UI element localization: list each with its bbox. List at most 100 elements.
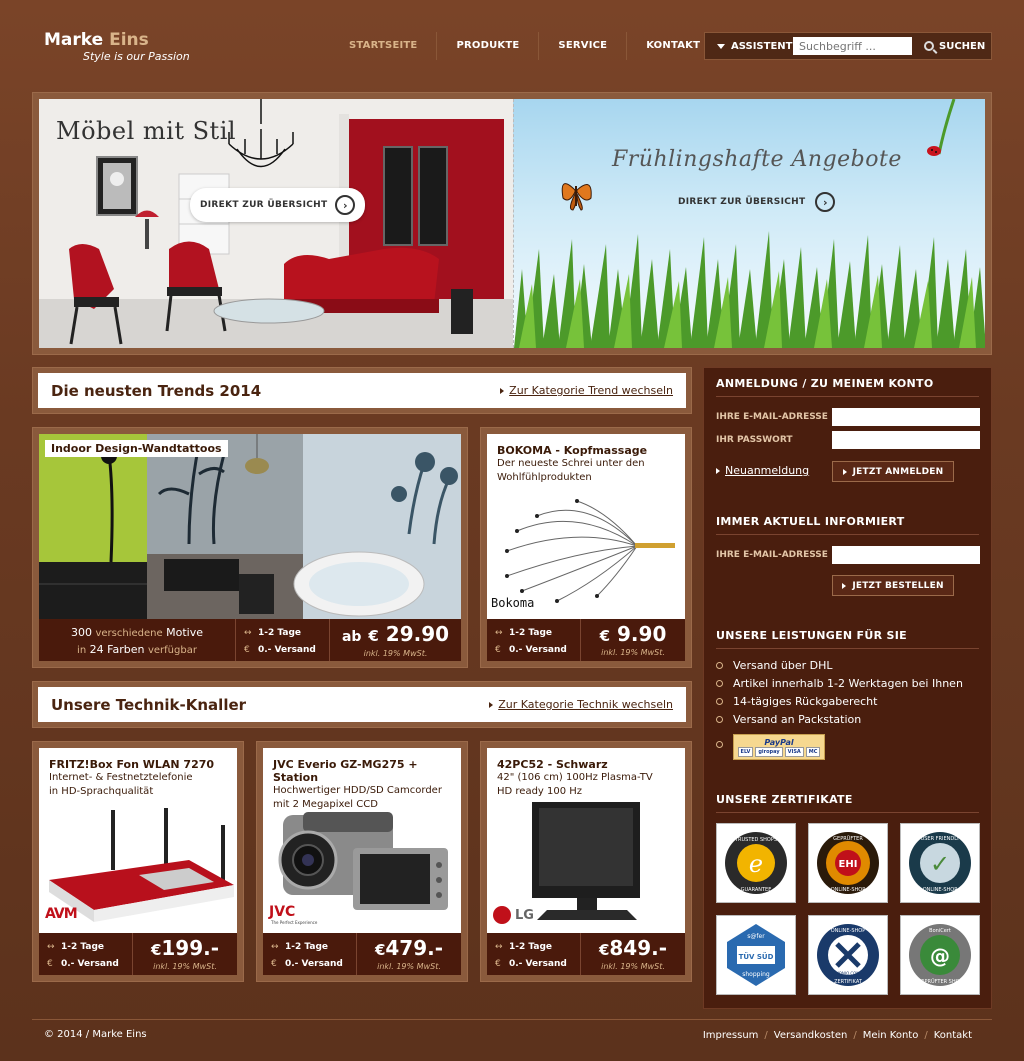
- shipping-cost-icon: €: [244, 645, 250, 655]
- lg-logo-icon: [493, 906, 511, 924]
- delivery-time-icon: ↔: [47, 942, 55, 952]
- cert-tuev[interactable]: TÜV SÜD s@fer shopping: [716, 915, 796, 995]
- register-link[interactable]: Neuanmeldung: [716, 464, 809, 477]
- price-value: 479.-: [385, 936, 444, 960]
- wandtattoo-label: Indoor Design-Wandtattoos: [45, 440, 228, 457]
- banner-left-button[interactable]: DIREKT ZUR ÜBERSICHT ›: [190, 188, 366, 222]
- trusted-shops-name: TRUSTED SHOPS: [734, 837, 777, 843]
- cert-xonio[interactable]: ONLINE-SHOP XONIO.COM ZERTIFIKAT: [808, 915, 888, 995]
- fritzbox-price: €199.- inkl. 19% MwSt.: [133, 933, 237, 975]
- product-card-lg-tv[interactable]: 42PC52 - Schwarz 42" (106 cm) 100Hz Plas…: [480, 741, 692, 982]
- footer-link-impressum[interactable]: Impressum: [703, 1030, 759, 1041]
- bokoma-price: € 9.90 inkl. 19% MwSt.: [581, 619, 685, 661]
- ehi-mark: EHI: [839, 859, 858, 870]
- cert-user-friendly[interactable]: ✓ USER FRIENDLY ONLINE-SHOP: [900, 823, 980, 903]
- product-title: 42PC52 - Schwarz: [497, 758, 608, 771]
- bonicert-mark: @: [930, 944, 950, 968]
- services-list: Versand über DHL Artikel innerhalb 1-2 W…: [716, 656, 963, 760]
- cert-bonicert[interactable]: @ BoniCert GEPRÜFTER SHOP: [900, 915, 980, 995]
- bokoma-brand: Bokoma: [491, 596, 535, 610]
- search-input[interactable]: [793, 37, 912, 55]
- login-email-label: IHRE E-MAIL-ADRESSE: [716, 412, 828, 422]
- elv-logo: ELV: [737, 746, 754, 757]
- wandtattoo-info-bar: 300 verschiedene Motive in 24 Farben ver…: [39, 619, 461, 661]
- user-friendly-sub: ONLINE-SHOP: [923, 887, 958, 893]
- newsletter-button[interactable]: JETZT BESTELLEN: [832, 575, 954, 596]
- trends-category-link[interactable]: Zur Kategorie Trend wechseln: [500, 384, 673, 397]
- avm-logo: AVM: [45, 906, 78, 922]
- assistant-dropdown[interactable]: ASSISTENT: [705, 41, 793, 52]
- banner-spring[interactable]: Frühlingshafte Angebote DIREKT ZUR ÜBERS…: [513, 99, 985, 348]
- shipping-cost: 0.- Versand: [61, 959, 119, 969]
- nav-produkte[interactable]: PRODUKTE: [436, 32, 538, 60]
- banner-right-button-label: DIREKT ZUR ÜBERSICHT: [678, 197, 806, 207]
- chevron-down-icon: [717, 43, 725, 49]
- bonicert-seal-icon: @ BoniCert GEPRÜFTER SHOP: [909, 924, 971, 986]
- list-item: PayPal ELV giropay VISA MC: [716, 728, 963, 760]
- tuev-mark: TÜV SÜD: [739, 952, 774, 961]
- product-desc-1: Internet- & Festnetztelefonie: [49, 772, 193, 783]
- product-card-bokoma[interactable]: BOKOMA - Kopfmassage Der neueste Schrei …: [480, 427, 692, 668]
- footer-separator: /: [924, 1030, 928, 1041]
- xonio-name: ONLINE-SHOP: [831, 928, 866, 934]
- color-text-b: verfügbar: [147, 645, 197, 656]
- cert-ehi[interactable]: EHI GEPRÜFTER ONLINE-SHOP: [808, 823, 888, 903]
- banner-furniture[interactable]: Möbel mit Stil DIREKT ZUR ÜBERSICHT ›: [39, 99, 513, 348]
- shipping-cost-icon: €: [495, 645, 501, 655]
- login-button[interactable]: JETZT ANMELDEN: [832, 461, 954, 482]
- price-currency: €: [150, 941, 162, 959]
- price-value: 9.90: [617, 622, 667, 646]
- nav-startseite[interactable]: STARTSEITE: [330, 32, 436, 60]
- user-friendly-name: USER FRIENDLY: [921, 836, 961, 842]
- newsletter-email-field[interactable]: [832, 546, 980, 564]
- login-password-label: IHR PASSWORT: [716, 435, 793, 445]
- shipping-cost: 0.- Versand: [285, 959, 343, 969]
- logo[interactable]: Marke Eins: [44, 30, 149, 50]
- xonio-seal-icon: ONLINE-SHOP XONIO.COM ZERTIFIKAT: [817, 924, 879, 986]
- banner-right-button[interactable]: DIREKT ZUR ÜBERSICHT ›: [678, 192, 836, 212]
- logo-text: Marke: [44, 30, 104, 50]
- product-card-fritzbox[interactable]: FRITZ!Box Fon WLAN 7270 Internet- & Fest…: [32, 741, 244, 982]
- product-card-jvc[interactable]: JVC Everio GZ-MG275 + Station Hochwertig…: [256, 741, 468, 982]
- lg-price: €849.- inkl. 19% MwSt.: [581, 933, 685, 975]
- trusted-shops-sub: GUARANTEE: [741, 887, 772, 893]
- mastercard-logo: MC: [805, 746, 821, 757]
- login-email-field[interactable]: [832, 408, 980, 426]
- technik-category-link[interactable]: Zur Kategorie Technik wechseln: [489, 698, 673, 711]
- search-icon: [924, 41, 934, 51]
- banner-left-button-label: DIREKT ZUR ÜBERSICHT: [200, 200, 328, 210]
- footer-divider: [32, 1019, 992, 1020]
- cert-trusted-shops[interactable]: e TRUSTED SHOPS GUARANTEE: [716, 823, 796, 903]
- hero-banner: Möbel mit Stil DIREKT ZUR ÜBERSICHT › Fr…: [32, 92, 992, 355]
- color-count: 24 Farben: [89, 643, 145, 656]
- service-text: Versand an Packstation: [733, 712, 862, 726]
- product-card-wandtattoos[interactable]: Indoor Design-Wandtattoos 300 verschiede…: [32, 427, 468, 668]
- service-text: Artikel innerhalb 1-2 Werktagen bei Ihne…: [733, 676, 963, 690]
- xonio-sub: ZERTIFIKAT: [834, 979, 863, 985]
- product-desc-1: 42" (106 cm) 100Hz Plasma-TV: [497, 772, 653, 783]
- nav-service[interactable]: SERVICE: [538, 32, 626, 60]
- jvc-logo: JVC: [269, 904, 296, 920]
- search-button[interactable]: SUCHEN: [924, 41, 985, 52]
- price-currency: €: [374, 941, 386, 959]
- logo-tagline: Style is our Passion: [83, 50, 190, 63]
- login-password-field[interactable]: [832, 431, 980, 449]
- delivery-days: 1-2 Tage: [509, 942, 552, 952]
- delivery-info: ↔ 1-2 Tage €0.- Versand: [487, 933, 581, 975]
- lg-info-bar: ↔ 1-2 Tage €0.- Versand €849.- inkl. 19% …: [487, 933, 685, 975]
- footer-link-kontakt[interactable]: Kontakt: [934, 1030, 972, 1041]
- price-vat: inkl. 19% MwSt.: [153, 962, 217, 971]
- wandtattoo-price: ab € 29.90 inkl. 19% MwSt.: [330, 619, 461, 661]
- footer-link-mein-konto[interactable]: Mein Konto: [863, 1030, 919, 1041]
- wall-tattoo-image: [39, 434, 461, 621]
- footer-link-versandkosten[interactable]: Versandkosten: [774, 1030, 848, 1041]
- user-friendly-mark: ✓: [930, 850, 950, 878]
- product-title: BOKOMA - Kopfmassage: [497, 444, 648, 457]
- tuev-sub: shopping: [742, 971, 770, 978]
- list-item: Versand über DHL: [716, 656, 963, 674]
- arrow-right-icon: ›: [335, 195, 356, 215]
- user-friendly-seal-icon: ✓ USER FRIENDLY ONLINE-SHOP: [909, 832, 971, 894]
- bonicert-name: BoniCert: [929, 928, 951, 934]
- visa-logo: VISA: [784, 746, 804, 757]
- service-text: 14-tägiges Rückgaberecht: [733, 694, 878, 708]
